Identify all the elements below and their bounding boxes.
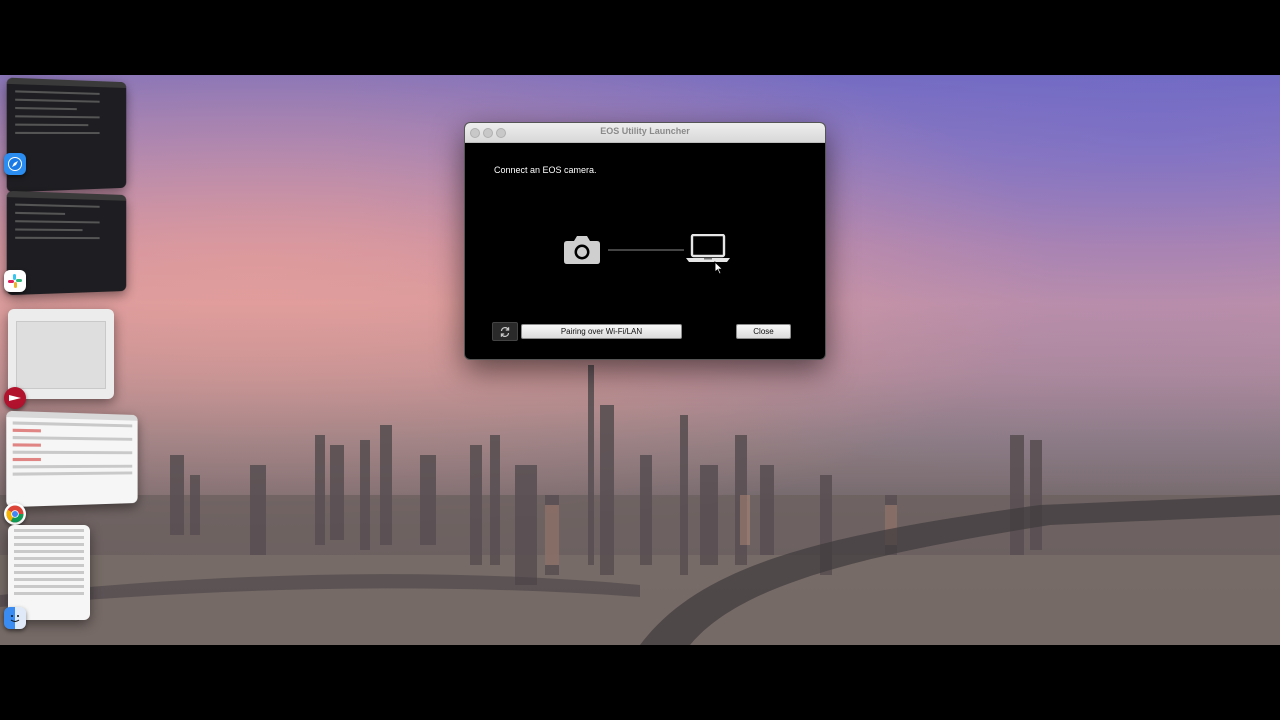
- chrome-icon[interactable]: [4, 503, 26, 525]
- laptop-icon: [686, 234, 730, 262]
- stage-thumb-finder[interactable]: [8, 525, 90, 620]
- title-bar[interactable]: EOS Utility Launcher: [465, 123, 825, 143]
- slack-icon[interactable]: [4, 270, 26, 292]
- connect-prompt: Connect an EOS camera.: [494, 165, 597, 175]
- city-skyline: [0, 365, 1280, 645]
- safari-icon[interactable]: [4, 153, 26, 175]
- cursor-icon: [714, 261, 724, 275]
- eos-utility-launcher-window: EOS Utility Launcher Connect an EOS came…: [464, 122, 826, 360]
- refresh-icon: [500, 326, 510, 337]
- stage-thumb-safari[interactable]: [6, 77, 127, 193]
- connection-line: [608, 249, 684, 251]
- stage-thumb-chrome[interactable]: [6, 410, 138, 508]
- stage-thumb-app[interactable]: [8, 309, 114, 399]
- window-title: EOS Utility Launcher: [600, 126, 690, 136]
- close-button[interactable]: Close: [736, 324, 791, 339]
- finder-icon[interactable]: [4, 607, 26, 629]
- pairing-wifi-lan-button[interactable]: Pairing over Wi-Fi/LAN: [521, 324, 682, 339]
- camera-icon: [564, 236, 600, 264]
- red-app-icon[interactable]: [4, 387, 26, 409]
- refresh-button[interactable]: [492, 322, 518, 341]
